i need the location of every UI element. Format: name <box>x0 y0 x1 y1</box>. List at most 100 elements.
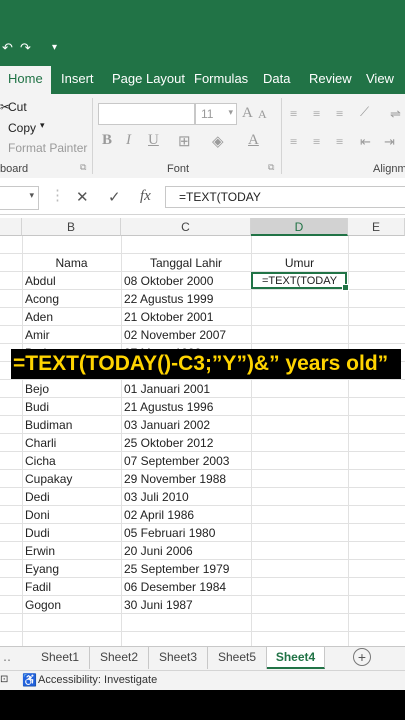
dialog-launcher-icon[interactable]: ⧉ <box>80 162 86 173</box>
undo-icon[interactable]: ↶ <box>2 40 13 56</box>
sheet-tab-sheet3[interactable]: Sheet3 <box>149 647 208 669</box>
macro-icon[interactable]: ⊡ <box>0 674 8 685</box>
underline-button[interactable]: U <box>148 132 159 149</box>
format-painter-button[interactable]: Format Painter <box>8 141 87 155</box>
font-name-dropdown[interactable] <box>98 103 195 125</box>
fill-color-icon[interactable]: ◈ <box>212 132 224 151</box>
cell-nama[interactable]: Fadil <box>25 578 119 596</box>
sheet-tab-sheet1[interactable]: Sheet1 <box>31 647 90 669</box>
wrap-text-icon[interactable]: ⇌ <box>390 106 401 122</box>
bold-button[interactable]: B <box>102 132 112 149</box>
cell-nama[interactable]: Dedi <box>25 488 119 506</box>
cell-nama[interactable]: Cicha <box>25 452 119 470</box>
cell-nama[interactable]: Cupakay <box>25 470 119 488</box>
cell-nama[interactable]: Gogon <box>25 596 119 614</box>
cell-tanggal-lahir[interactable]: 25 Oktober 2012 <box>124 434 249 452</box>
decrease-indent-icon[interactable]: ⇤ <box>360 134 371 150</box>
cell-tanggal-lahir[interactable]: 02 November 2007 <box>124 326 249 344</box>
cell-nama[interactable]: Eyang <box>25 560 119 578</box>
enter-icon[interactable]: ✓ <box>108 188 121 206</box>
cell-nama[interactable]: Budiman <box>25 416 119 434</box>
customize-qat-icon[interactable]: ▾ <box>52 42 57 53</box>
insert-function-icon[interactable]: fx <box>140 188 151 205</box>
formula-caption-banner: =TEXT(TODAY()-C3;”Y”)&” years old” <box>11 349 401 379</box>
cell-tanggal-lahir[interactable]: 03 Januari 2002 <box>124 416 249 434</box>
tab-data[interactable]: Data <box>263 71 290 86</box>
separator <box>281 98 282 174</box>
cell-tanggal-lahir[interactable]: 01 Januari 2001 <box>124 380 249 398</box>
align-left-icon[interactable]: ≡ <box>290 134 297 150</box>
cell-tanggal-lahir[interactable]: 06 Desember 1984 <box>124 578 249 596</box>
redo-icon[interactable]: ↷ <box>20 40 31 56</box>
cell-tanggal-lahir[interactable]: 30 Juni 1987 <box>124 596 249 614</box>
align-right-icon[interactable]: ≡ <box>336 134 343 150</box>
add-sheet-icon[interactable]: + <box>353 648 371 666</box>
cell-nama[interactable]: Amir <box>25 326 119 344</box>
scroll-sheets-icon[interactable]: ‥ <box>3 650 11 664</box>
chevron-down-icon[interactable]: ▾ <box>40 120 45 131</box>
column-header-c[interactable]: C <box>121 218 251 236</box>
tab-insert[interactable]: Insert <box>61 71 94 86</box>
dialog-launcher-icon[interactable]: ⧉ <box>268 162 274 173</box>
borders-icon[interactable]: ⊞ <box>178 132 191 151</box>
cell-nama[interactable]: Charli <box>25 434 119 452</box>
cell-nama[interactable]: Erwin <box>25 542 119 560</box>
column-header-a[interactable] <box>0 218 22 236</box>
gridline <box>348 236 349 646</box>
increase-indent-icon[interactable]: ⇥ <box>384 134 395 150</box>
cell-nama[interactable]: Acong <box>25 290 119 308</box>
cell-nama[interactable]: Dudi <box>25 524 119 542</box>
align-middle-icon[interactable]: ≡ <box>313 106 320 122</box>
cell-tanggal-lahir[interactable]: 08 Oktober 2000 <box>124 272 249 290</box>
cell-tanggal-lahir[interactable]: 21 Agustus 1996 <box>124 398 249 416</box>
column-header-b[interactable]: B <box>22 218 121 236</box>
ribbon-tabs: Home Insert Page Layout Formulas Data Re… <box>0 64 405 94</box>
cell-tanggal-lahir[interactable]: 25 September 1979 <box>124 560 249 578</box>
cell-nama[interactable]: Abdul <box>25 272 119 290</box>
cell-tanggal-lahir[interactable]: 05 Februari 1980 <box>124 524 249 542</box>
cell-nama[interactable]: Budi <box>25 398 119 416</box>
italic-button[interactable]: I <box>126 132 131 149</box>
gridline <box>251 236 252 646</box>
name-box[interactable]: ▾ <box>0 186 39 210</box>
tab-home[interactable]: Home <box>0 66 51 94</box>
tab-page-layout[interactable]: Page Layout <box>112 71 185 86</box>
cell-tanggal-lahir[interactable]: 29 November 1988 <box>124 470 249 488</box>
active-cell[interactable]: =TEXT(TODAY <box>251 272 349 291</box>
sheet-tab-sheet2[interactable]: Sheet2 <box>90 647 149 669</box>
orientation-icon[interactable]: ⟋ <box>360 104 369 120</box>
cell-nama[interactable]: Bejo <box>25 380 119 398</box>
cell-tanggal-lahir[interactable]: 07 September 2003 <box>124 452 249 470</box>
header-tanggal-lahir[interactable]: Tanggal Lahir <box>121 254 251 272</box>
chevron-down-icon: ▾ <box>29 190 34 200</box>
font-size-dropdown[interactable]: 11 ▾ <box>195 103 237 125</box>
tab-view[interactable]: View <box>366 71 394 86</box>
decrease-font-icon[interactable]: A <box>258 107 267 122</box>
cell-tanggal-lahir[interactable]: 22 Agustus 1999 <box>124 290 249 308</box>
cell-tanggal-lahir[interactable]: 02 April 1986 <box>124 506 249 524</box>
tab-formulas[interactable]: Formulas <box>194 71 248 86</box>
tab-review[interactable]: Review <box>309 71 352 86</box>
cell-nama[interactable]: Aden <box>25 308 119 326</box>
cell-tanggal-lahir[interactable]: 21 Oktober 2001 <box>124 308 249 326</box>
cell-tanggal-lahir[interactable]: 03 Juli 2010 <box>124 488 249 506</box>
column-header-d[interactable]: D <box>251 218 348 236</box>
align-bottom-icon[interactable]: ≡ <box>336 106 343 122</box>
align-top-icon[interactable]: ≡ <box>290 106 297 122</box>
cancel-icon[interactable]: ✕ <box>76 188 89 206</box>
cell-nama[interactable]: Doni <box>25 506 119 524</box>
copy-button[interactable]: Copy <box>8 121 36 135</box>
increase-font-icon[interactable]: A <box>242 105 253 122</box>
sheet-tab-sheet5[interactable]: Sheet5 <box>208 647 267 669</box>
header-nama[interactable]: Nama <box>22 254 121 272</box>
cut-button[interactable]: Cut <box>8 100 27 114</box>
font-color-icon[interactable]: A <box>248 132 259 149</box>
accessibility-icon[interactable]: ♿ <box>22 673 37 687</box>
accessibility-status[interactable]: Accessibility: Investigate <box>38 674 157 686</box>
header-umur[interactable]: Umur <box>251 254 348 272</box>
cell-tanggal-lahir[interactable]: 20 Juni 2006 <box>124 542 249 560</box>
formula-input[interactable]: =TEXT(TODAY <box>165 186 405 208</box>
column-header-e[interactable]: E <box>348 218 405 236</box>
align-center-icon[interactable]: ≡ <box>313 134 320 150</box>
sheet-tab-sheet4[interactable]: Sheet4 <box>267 647 325 669</box>
